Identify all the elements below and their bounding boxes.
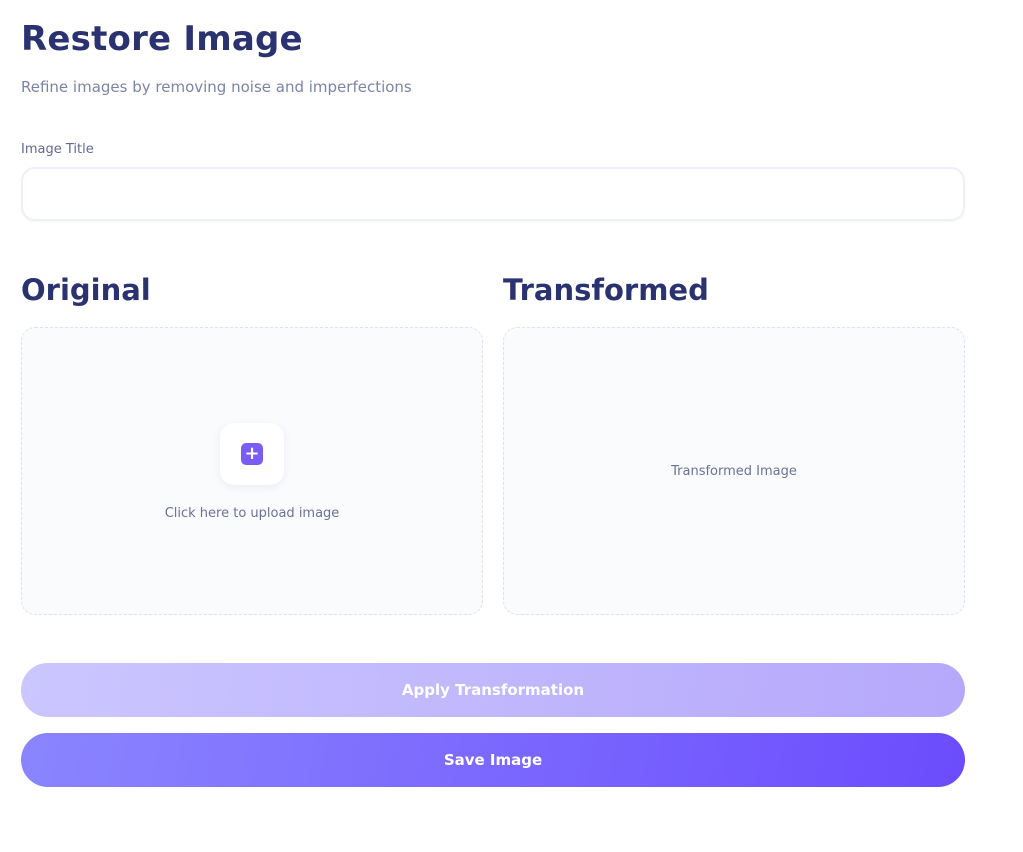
upload-button[interactable]: + <box>220 423 284 485</box>
original-upload-area[interactable]: + Click here to upload image <box>21 327 483 615</box>
upload-prompt-text: Click here to upload image <box>164 506 340 521</box>
restore-image-page: Restore Image Refine images by removing … <box>0 0 1023 852</box>
save-image-button[interactable]: Save Image <box>21 733 965 787</box>
apply-transformation-button[interactable]: Apply Transformation <box>21 663 965 717</box>
page-title: Restore Image <box>21 19 303 59</box>
transformed-heading: Transformed <box>503 273 709 307</box>
transformed-placeholder-text: Transformed Image <box>671 464 797 479</box>
original-heading: Original <box>21 273 151 307</box>
page-subtitle: Refine images by removing noise and impe… <box>21 78 412 96</box>
image-title-input[interactable] <box>21 167 965 221</box>
transformed-image-area: Transformed Image <box>503 327 965 615</box>
plus-icon: + <box>241 443 263 465</box>
image-title-label: Image Title <box>21 142 94 157</box>
